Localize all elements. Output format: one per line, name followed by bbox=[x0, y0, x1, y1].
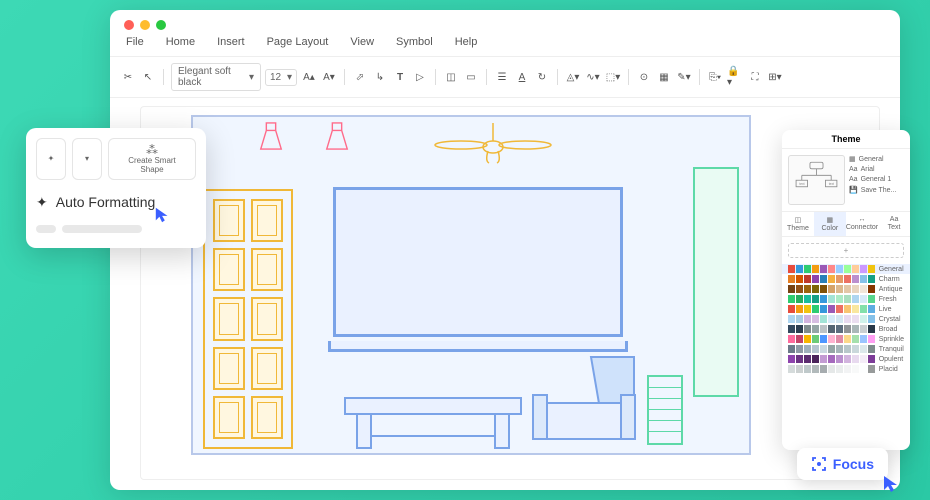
cursor-icon bbox=[882, 474, 900, 492]
line-icon[interactable]: ∿▾ bbox=[585, 69, 601, 85]
palette-live[interactable]: Live bbox=[782, 304, 910, 314]
search-icon[interactable]: ⊙ bbox=[636, 69, 652, 85]
shapes-icon[interactable]: ▭ bbox=[463, 69, 479, 85]
tab-color[interactable]: ▦Color bbox=[814, 212, 846, 236]
clipboard-icon[interactable]: ⎘▾ bbox=[707, 69, 723, 85]
fill-icon[interactable]: ◬▾ bbox=[565, 69, 581, 85]
armchair-shape[interactable] bbox=[529, 355, 639, 445]
menu-insert[interactable]: Insert bbox=[217, 36, 245, 48]
theme-panel: ◇ ▦ ◈ ◫ ▭ ⊡ ✕ ⛶ Theme texttext ▦General … bbox=[782, 130, 910, 450]
palette-list: GeneralCharmAntiqueFreshLiveCrystalBroad… bbox=[782, 264, 910, 374]
palette-sprinkle[interactable]: Sprinkle bbox=[782, 334, 910, 344]
svg-text:text: text bbox=[829, 182, 834, 186]
theme-info-save[interactable]: 💾Save The... bbox=[849, 186, 904, 194]
sparkle-button[interactable]: ✦ bbox=[36, 138, 66, 180]
close-window[interactable] bbox=[124, 20, 134, 30]
toolbar: ✂ ↖ Elegant soft black▾ 12▾ A▴ A▾ ⬀ ↳ T … bbox=[110, 56, 900, 98]
palette-crystal[interactable]: Crystal bbox=[782, 314, 910, 324]
theme-tabs: ◫Theme ▦Color ↔Connector AaText bbox=[782, 211, 910, 237]
layers-icon[interactable]: ◫ bbox=[443, 69, 459, 85]
theme-title: Theme bbox=[782, 130, 910, 149]
group-icon[interactable]: ⊞▾ bbox=[767, 69, 783, 85]
auto-format-popup: ✦ ▾ ⁂ Create Smart Shape ✦ Auto Formatti… bbox=[26, 128, 206, 248]
crop-icon[interactable]: ⬚▾ bbox=[605, 69, 621, 85]
theme-info-font: AaArial bbox=[849, 166, 904, 173]
menu-file[interactable]: File bbox=[126, 36, 144, 48]
pen-icon[interactable]: ✎▾ bbox=[676, 69, 692, 85]
font-select[interactable]: Elegant soft black▾ bbox=[171, 63, 261, 91]
sparkle-icon: ✦ bbox=[36, 194, 48, 211]
menu-bar: File Home Insert Page Layout View Symbol… bbox=[110, 10, 900, 56]
connector-icon[interactable]: ↳ bbox=[372, 69, 388, 85]
theme-info-general: ▦General bbox=[849, 155, 904, 163]
menu-help[interactable]: Help bbox=[455, 36, 478, 48]
palette-fresh[interactable]: Fresh bbox=[782, 294, 910, 304]
palette-charm[interactable]: Charm bbox=[782, 274, 910, 284]
minimize-window[interactable] bbox=[140, 20, 150, 30]
focus-icon bbox=[811, 456, 827, 472]
tab-text[interactable]: AaText bbox=[878, 212, 910, 236]
palette-general[interactable]: General bbox=[782, 264, 910, 274]
palette-antique[interactable]: Antique bbox=[782, 284, 910, 294]
spotlight-shape[interactable] bbox=[323, 121, 351, 151]
fit-icon[interactable]: ⛶ bbox=[747, 69, 763, 85]
grid-icon[interactable]: ▦ bbox=[656, 69, 672, 85]
palette-placid[interactable]: Placid bbox=[782, 364, 910, 374]
tall-shelf-shape[interactable] bbox=[693, 167, 739, 397]
svg-text:text: text bbox=[799, 182, 804, 186]
spotlight-shape[interactable] bbox=[257, 121, 285, 151]
create-smart-shape-button[interactable]: ⁂ Create Smart Shape bbox=[108, 138, 196, 180]
menu-page-layout[interactable]: Page Layout bbox=[267, 36, 329, 48]
cursor-icon[interactable]: ↖ bbox=[140, 69, 156, 85]
align-icon[interactable]: ☰ bbox=[494, 69, 510, 85]
rotate-icon[interactable]: ↻ bbox=[534, 69, 550, 85]
palette-broad[interactable]: Broad bbox=[782, 324, 910, 334]
ceiling-fan-shape[interactable] bbox=[433, 123, 553, 173]
dropdown-button[interactable]: ▾ bbox=[72, 138, 102, 180]
cursor-icon bbox=[154, 206, 172, 224]
lock-icon[interactable]: 🔒▾ bbox=[727, 69, 743, 85]
menu-home[interactable]: Home bbox=[166, 36, 195, 48]
text-tool-icon[interactable]: T bbox=[392, 69, 408, 85]
font-size-select[interactable]: 12▾ bbox=[265, 69, 297, 86]
font-smaller-icon[interactable]: A▾ bbox=[321, 69, 337, 85]
auto-formatting-item[interactable]: ✦ Auto Formatting bbox=[36, 188, 196, 217]
theme-info-general1: AaGeneral 1 bbox=[849, 176, 904, 183]
low-shelf-shape[interactable] bbox=[647, 375, 683, 445]
pointer-icon[interactable]: ▷ bbox=[412, 69, 428, 85]
window-controls bbox=[124, 20, 166, 30]
canvas[interactable] bbox=[140, 106, 880, 480]
add-theme-button[interactable]: + bbox=[788, 243, 904, 258]
tab-connector[interactable]: ↔Connector bbox=[846, 212, 878, 236]
vector-icon[interactable]: ⬀ bbox=[352, 69, 368, 85]
theme-preview-thumb[interactable]: text text bbox=[788, 155, 845, 205]
menu-symbol[interactable]: Symbol bbox=[396, 36, 433, 48]
menu-view[interactable]: View bbox=[350, 36, 374, 48]
coffee-table-shape[interactable] bbox=[343, 396, 523, 451]
tab-theme[interactable]: ◫Theme bbox=[782, 212, 814, 236]
palette-opulent[interactable]: Opulent bbox=[782, 354, 910, 364]
popup-slider[interactable] bbox=[36, 225, 196, 233]
focus-button[interactable]: Focus bbox=[797, 448, 888, 480]
maximize-window[interactable] bbox=[156, 20, 166, 30]
cut-icon[interactable]: ✂ bbox=[120, 69, 136, 85]
palette-tranquil[interactable]: Tranquil bbox=[782, 344, 910, 354]
floorplan-room[interactable] bbox=[191, 115, 751, 455]
font-color-icon[interactable]: A bbox=[514, 69, 530, 85]
tv-shape[interactable] bbox=[333, 187, 623, 337]
font-larger-icon[interactable]: A▴ bbox=[301, 69, 317, 85]
door-shape[interactable] bbox=[203, 189, 293, 449]
